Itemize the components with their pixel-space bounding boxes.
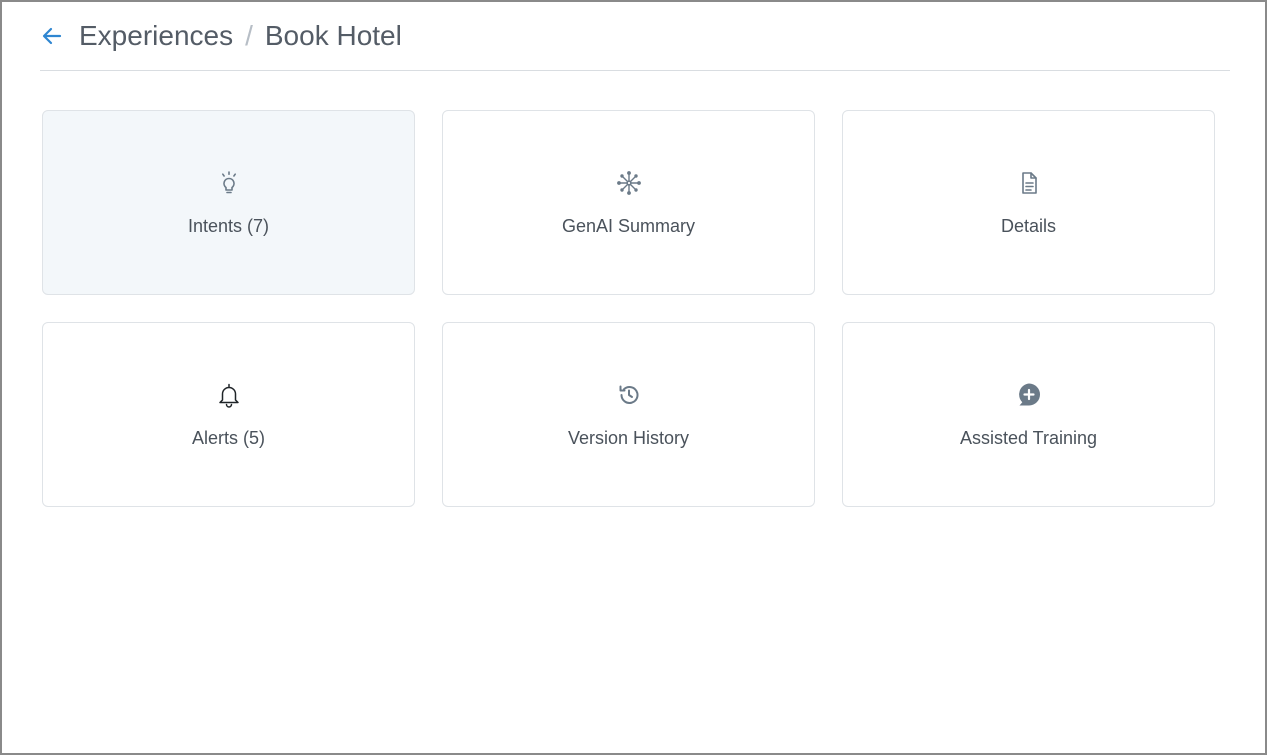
chat-plus-icon — [1018, 383, 1040, 406]
bell-icon — [218, 383, 239, 408]
alerts-card-label: Alerts (5) — [191, 428, 265, 448]
genai-summary-card-label: GenAI Summary — [561, 216, 696, 236]
genai-summary-card[interactable]: GenAI Summary — [442, 110, 815, 295]
arrow-left-icon[interactable] — [40, 24, 64, 48]
intents-card[interactable]: Intents (7) — [42, 110, 415, 295]
breadcrumb-separator: / — [245, 20, 253, 51]
app-window: Experiences / Book Hotel Intents (7) Gen… — [0, 0, 1267, 755]
page-header: Experiences / Book Hotel — [40, 16, 1230, 71]
details-card-label: Details — [1000, 216, 1057, 236]
document-icon — [1021, 172, 1037, 194]
details-card[interactable]: Details — [842, 110, 1215, 295]
version-history-card-label: Version History — [567, 428, 690, 448]
breadcrumb: Experiences / Book Hotel — [79, 19, 402, 53]
assisted-training-card-label: Assisted Training — [959, 428, 1098, 448]
breadcrumb-current-page: Book Hotel — [264, 20, 402, 51]
assisted-training-card[interactable]: Assisted Training — [842, 322, 1215, 507]
version-history-card[interactable]: Version History — [442, 322, 815, 507]
alerts-card[interactable]: Alerts (5) — [42, 322, 415, 507]
intents-card-label: Intents (7) — [187, 216, 270, 236]
breadcrumb-experiences-link[interactable]: Experiences — [79, 20, 233, 51]
network-icon — [616, 171, 641, 195]
history-icon — [619, 385, 638, 404]
lightbulb-icon — [221, 171, 236, 194]
